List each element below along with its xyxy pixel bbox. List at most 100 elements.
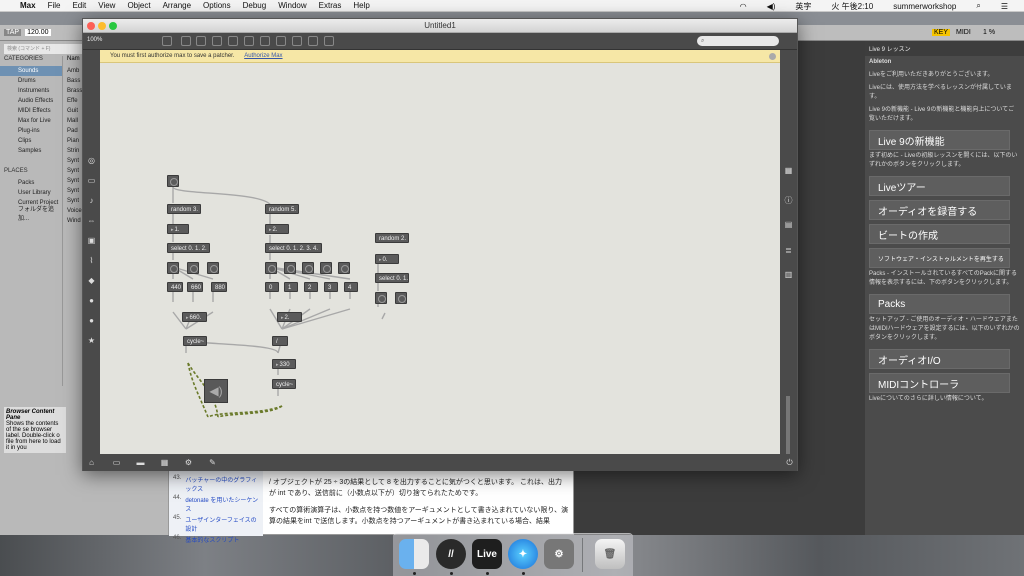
select-2-object[interactable]: select 0. 1.: [375, 273, 409, 283]
place-packs[interactable]: Packs: [0, 178, 62, 188]
category-max-for-live[interactable]: Max for Live: [0, 116, 62, 126]
category-plug-ins[interactable]: Plug-ins: [0, 126, 62, 136]
menu-extras[interactable]: Extras: [319, 1, 342, 10]
category-samples[interactable]: Samples: [0, 146, 62, 156]
lock-icon[interactable]: ⌂: [87, 458, 96, 467]
reference-icon[interactable]: ▤: [784, 220, 793, 229]
category-clips[interactable]: Clips: [0, 136, 62, 146]
debug-icon[interactable]: ⚙: [184, 458, 193, 467]
plugin-icon[interactable]: ◆: [87, 276, 96, 285]
select-3-object[interactable]: select 0. 1. 2.: [167, 243, 210, 253]
category-instruments[interactable]: Instruments: [0, 86, 62, 96]
bang-object[interactable]: [320, 262, 332, 274]
menu-help[interactable]: Help: [353, 1, 369, 10]
message-box[interactable]: 440: [167, 282, 183, 292]
message-box[interactable]: 2: [304, 282, 318, 292]
float-number-box[interactable]: 330: [272, 359, 296, 369]
window-title-bar[interactable]: Untitled1: [83, 19, 797, 33]
notification-center-icon[interactable]: ☰: [1001, 2, 1008, 11]
search-icon[interactable]: ⌕: [976, 1, 980, 11]
live-app-icon[interactable]: Live: [472, 539, 502, 569]
signal-icon[interactable]: ⇔: [87, 216, 96, 225]
clip-icon[interactable]: ⌇: [87, 256, 96, 265]
bang-object[interactable]: [265, 262, 277, 274]
button-object-icon[interactable]: [212, 36, 222, 46]
menu-arrange[interactable]: Arrange: [163, 1, 191, 10]
bang-object[interactable]: [302, 262, 314, 274]
finder-icon[interactable]: [399, 539, 429, 569]
place-add-folder[interactable]: フォルダを追加...: [0, 207, 62, 222]
user-name[interactable]: summerworkshop: [893, 2, 956, 11]
list-icon[interactable]: ≣: [784, 246, 793, 255]
toc-item[interactable]: 46. 基本的なスクリプト: [169, 534, 263, 545]
slider-object-icon[interactable]: [260, 36, 270, 46]
target-icon[interactable]: ◎: [87, 156, 96, 165]
wrench-icon[interactable]: ✎: [208, 458, 217, 467]
help-button-packs[interactable]: Packs: [869, 294, 1010, 314]
search-input[interactable]: ⌕: [697, 36, 779, 46]
object-palette-icon[interactable]: [324, 36, 334, 46]
random-5-object[interactable]: random 5.: [265, 204, 299, 214]
key-button[interactable]: KEY: [932, 29, 951, 36]
object-box-icon[interactable]: [162, 36, 172, 46]
wifi-icon[interactable]: ◠: [740, 2, 747, 11]
zoom-level[interactable]: 100%: [87, 37, 102, 43]
category-sounds[interactable]: Sounds: [0, 66, 62, 76]
help-button-new-features[interactable]: Live 9の新機能: [869, 130, 1010, 150]
place-user-library[interactable]: User Library: [0, 188, 62, 198]
help-button-beat[interactable]: ビートの作成: [869, 224, 1010, 244]
volume-slider[interactable]: [786, 396, 790, 456]
tempo-field[interactable]: 120.00: [25, 29, 51, 36]
folder-icon[interactable]: ▭: [87, 176, 96, 185]
dsp-power-icon[interactable]: ⏻: [785, 458, 794, 467]
menu-app-name[interactable]: Max: [20, 1, 36, 10]
toc-link[interactable]: ユーザインターフェイスの設計: [185, 515, 259, 533]
close-icon[interactable]: [769, 53, 776, 60]
media-object-icon[interactable]: [292, 36, 302, 46]
bang-object[interactable]: [207, 262, 219, 274]
number-box[interactable]: 2.: [265, 224, 289, 234]
category-midi-effects[interactable]: MIDI Effects: [0, 106, 62, 116]
random-2-object[interactable]: random 2.: [375, 233, 409, 243]
safari-icon[interactable]: ✦: [508, 539, 538, 569]
help-button-audio-io[interactable]: オーディオI/O: [869, 349, 1010, 369]
grid-icon[interactable]: ▬: [136, 458, 145, 467]
system-preferences-icon[interactable]: ⚙: [544, 539, 574, 569]
ui-object-icon[interactable]: [308, 36, 318, 46]
star-icon[interactable]: ★: [87, 336, 96, 345]
toc-item[interactable]: 45. ユーザインターフェイスの設計: [169, 514, 263, 534]
toc-link[interactable]: detonate を用いたシーケンス: [185, 495, 259, 513]
category-audio-effects[interactable]: Audio Effects: [0, 96, 62, 106]
menu-edit[interactable]: Edit: [72, 1, 86, 10]
clock[interactable]: 火 午後2:10: [831, 1, 873, 12]
toc-link[interactable]: 基本的なスクリプト: [185, 535, 239, 544]
zoom-window-button[interactable]: [109, 22, 117, 30]
input-mode-label[interactable]: 英字: [795, 1, 811, 12]
message-box-icon[interactable]: [181, 36, 191, 46]
bang-object[interactable]: [375, 292, 387, 304]
message-box[interactable]: 880: [211, 282, 227, 292]
snippet-icon[interactable]: ●: [87, 316, 96, 325]
bang-object[interactable]: [338, 262, 350, 274]
presentation-icon[interactable]: ▭: [112, 458, 121, 467]
midi-button[interactable]: MIDI: [956, 29, 971, 36]
select-5-object[interactable]: select 0. 1. 2. 3. 4.: [265, 243, 322, 253]
close-window-button[interactable]: [87, 22, 95, 30]
bang-object[interactable]: [284, 262, 296, 274]
message-box[interactable]: 1: [284, 282, 298, 292]
help-button-software-instruments[interactable]: ソフトウェア・インストゥルメントを再生する: [869, 248, 1010, 268]
number-object-icon[interactable]: [244, 36, 254, 46]
message-box[interactable]: 4: [344, 282, 358, 292]
menu-window[interactable]: Window: [278, 1, 306, 10]
patcher-canvas[interactable]: random 3. 1. select 0. 1. 2. 440 660 880…: [100, 63, 780, 454]
bang-object[interactable]: [167, 262, 179, 274]
message-box[interactable]: 3: [324, 282, 338, 292]
help-button-midi[interactable]: MIDIコントローラ: [869, 373, 1010, 393]
toc-link[interactable]: バッチャーの中のグラフィックス: [185, 475, 259, 493]
ezdac-speaker-icon[interactable]: ◀): [204, 379, 228, 403]
message-box[interactable]: 0: [265, 282, 279, 292]
info-icon[interactable]: ⓘ: [784, 196, 793, 205]
minimize-window-button[interactable]: [98, 22, 106, 30]
menu-object[interactable]: Object: [127, 1, 150, 10]
max-app-icon[interactable]: //: [436, 539, 466, 569]
